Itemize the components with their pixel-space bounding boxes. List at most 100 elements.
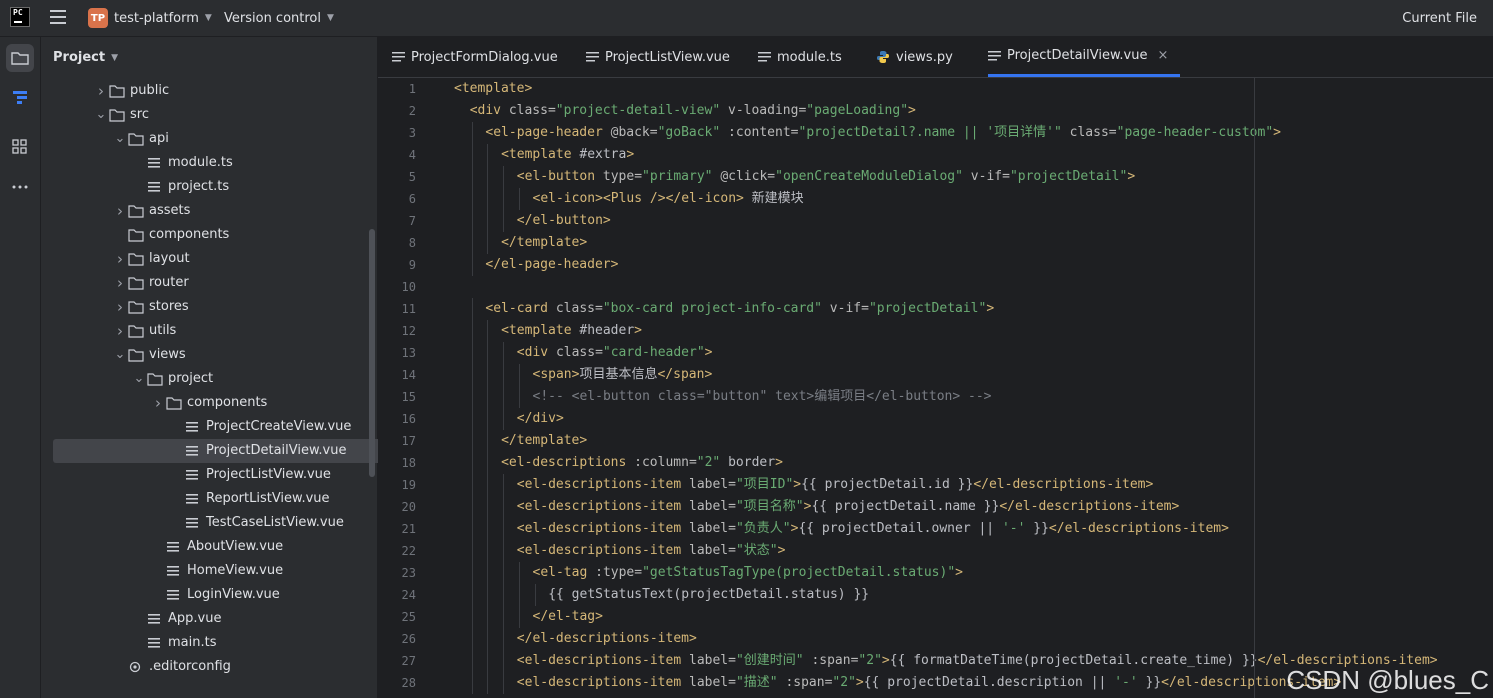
line-number: 4: [408, 148, 416, 162]
code-line[interactable]: <template #extra>: [501, 144, 634, 166]
tree-file-item[interactable]: main.ts: [131, 631, 216, 655]
project-switcher[interactable]: TP test-platform ▼: [88, 6, 212, 30]
code-line[interactable]: </template>: [501, 430, 587, 452]
chevron-down-icon: ▼: [327, 13, 334, 23]
chevron-right-icon[interactable]: ›: [112, 319, 128, 343]
indent-guide: [503, 540, 505, 562]
code-line[interactable]: <div class="project-detail-view" v-loadi…: [470, 100, 916, 122]
line-number: 23: [401, 566, 416, 580]
project-tool-folder-icon[interactable]: [6, 44, 34, 72]
tree-folder-item[interactable]: ⌄ api: [112, 127, 169, 151]
folder-icon: [128, 275, 144, 291]
python-icon: [876, 50, 890, 64]
chevron-right-icon[interactable]: ›: [112, 271, 128, 295]
indent-guide: [471, 386, 473, 408]
code-line[interactable]: <div class="card-header">: [517, 342, 713, 364]
code-line[interactable]: </el-page-header>: [485, 254, 618, 276]
tree-folder-item[interactable]: › public: [93, 79, 169, 103]
chevron-right-icon[interactable]: ›: [112, 199, 128, 223]
code-line[interactable]: <el-descriptions-item label="负责人">{{ pro…: [517, 518, 1229, 540]
tree-folder-item[interactable]: components: [112, 223, 229, 247]
indent-guide: [487, 144, 489, 166]
chevron-down-icon[interactable]: ⌄: [112, 343, 128, 367]
code-line[interactable]: </div>: [517, 408, 564, 430]
tree-folder-item[interactable]: › layout: [112, 247, 190, 271]
editor-tab[interactable]: ProjectFormDialog.vue: [392, 37, 558, 77]
tree-folder-item[interactable]: ⌄ views: [112, 343, 186, 367]
indent-guide: [487, 408, 489, 430]
code-line[interactable]: <el-icon><Plus /></el-icon> 新建模块: [533, 188, 804, 210]
tree-file-item[interactable]: ProjectCreateView.vue: [169, 415, 351, 439]
editor-tab[interactable]: views.py: [876, 37, 953, 77]
code-line[interactable]: <el-descriptions-item label="项目名称">{{ pr…: [517, 496, 1180, 518]
tree-folder-item[interactable]: › stores: [112, 295, 189, 319]
more-tools-icon[interactable]: [6, 173, 34, 201]
tree-file-item[interactable]: App.vue: [131, 607, 221, 631]
editor-tab[interactable]: ProjectDetailView.vue ×: [988, 37, 1181, 77]
indent-guide: [518, 584, 520, 606]
editor-tabs: ProjectFormDialog.vue ProjectListView.vue…: [378, 37, 1493, 78]
line-number: 2: [408, 104, 416, 118]
chevron-right-icon[interactable]: ›: [93, 79, 109, 103]
chevron-down-icon[interactable]: ⌄: [112, 127, 128, 151]
indent-guide: [503, 210, 505, 232]
code-line[interactable]: </el-tag>: [533, 606, 603, 628]
version-control-menu[interactable]: Version control ▼: [224, 6, 334, 30]
tree-file-item[interactable]: project.ts: [131, 175, 229, 199]
chevron-down-icon[interactable]: ⌄: [93, 103, 109, 127]
code-line[interactable]: <!-- <el-button class="button" text>编辑项目…: [533, 386, 992, 408]
code-line[interactable]: </el-button>: [517, 210, 611, 232]
code-line[interactable]: <el-tag :type="getStatusTagType(projectD…: [533, 562, 964, 584]
code-line[interactable]: <template #header>: [501, 320, 642, 342]
tree-folder-item[interactable]: › utils: [112, 319, 176, 343]
tree-folder-item[interactable]: ⌄ src: [93, 103, 149, 127]
code-line[interactable]: <el-descriptions-item label="描述" :span="…: [517, 672, 1341, 694]
code-line[interactable]: <el-page-header @back="goBack" :content=…: [485, 122, 1281, 144]
code-line[interactable]: <el-button type="primary" @click="openCr…: [517, 166, 1135, 188]
tree-file-item[interactable]: TestCaseListView.vue: [169, 511, 344, 535]
tree-file-item[interactable]: ReportListView.vue: [169, 487, 330, 511]
tree-folder-item[interactable]: › assets: [112, 199, 190, 223]
code-line[interactable]: <el-descriptions-item label="状态">: [517, 540, 786, 562]
code-editor[interactable]: 1 2 3 4 5 6 7 8 9 10 11 12 13 14 15 16 17 18 19 20 21 22 23 24 2…: [378, 78, 1493, 698]
code-line[interactable]: <el-descriptions-item label="项目ID">{{ pr…: [517, 474, 1154, 496]
close-icon[interactable]: ×: [1158, 48, 1169, 63]
chevron-right-icon[interactable]: ›: [112, 295, 128, 319]
structure-tool-icon[interactable]: [6, 83, 34, 111]
indent-guide: [503, 518, 505, 540]
tree-item-label: src: [130, 107, 149, 122]
code-line[interactable]: </template>: [501, 232, 587, 254]
indent-guide: [487, 474, 489, 496]
chevron-down-icon[interactable]: ⌄: [131, 367, 147, 391]
tree-scrollbar[interactable]: [369, 229, 375, 477]
code-line[interactable]: </el-descriptions-item>: [517, 628, 697, 650]
tree-file-item[interactable]: LoginView.vue: [150, 583, 280, 607]
tree-file-item[interactable]: HomeView.vue: [150, 559, 283, 583]
chevron-right-icon[interactable]: ›: [112, 247, 128, 271]
code-line[interactable]: {{ getStatusText(projectDetail.status) }…: [548, 584, 869, 606]
project-panel-header[interactable]: Project ▼: [53, 50, 118, 65]
chevron-right-icon[interactable]: ›: [150, 391, 166, 415]
run-config-selector[interactable]: Current File: [1402, 6, 1477, 30]
tree-file-item[interactable]: .editorconfig: [112, 655, 231, 679]
tree-folder-item[interactable]: ⌄ project: [131, 367, 214, 391]
pycharm-logo-icon[interactable]: PC: [10, 7, 30, 27]
panel-title: Project: [53, 50, 106, 65]
plugins-grid-icon[interactable]: [6, 133, 34, 161]
indent-guide: [518, 188, 520, 210]
editor-tab[interactable]: module.ts: [758, 37, 842, 77]
tree-file-item[interactable]: module.ts: [131, 151, 233, 175]
code-line[interactable]: <span>项目基本信息</span>: [533, 364, 713, 386]
code-line[interactable]: <template>: [454, 78, 532, 100]
code-line[interactable]: <el-card class="box-card project-info-ca…: [485, 298, 994, 320]
file-lines-icon: [147, 611, 163, 627]
file-lines-icon: [147, 155, 163, 171]
tree-file-item[interactable]: ProjectListView.vue: [169, 463, 331, 487]
file-lines-icon: [185, 419, 201, 435]
tree-file-item[interactable]: AboutView.vue: [150, 535, 283, 559]
code-line[interactable]: <el-descriptions :column="2" border>: [501, 452, 783, 474]
tree-folder-item[interactable]: › router: [112, 271, 189, 295]
main-menu-icon[interactable]: [50, 10, 66, 24]
editor-tab[interactable]: ProjectListView.vue: [586, 37, 730, 77]
tree-folder-item[interactable]: › components: [150, 391, 267, 415]
